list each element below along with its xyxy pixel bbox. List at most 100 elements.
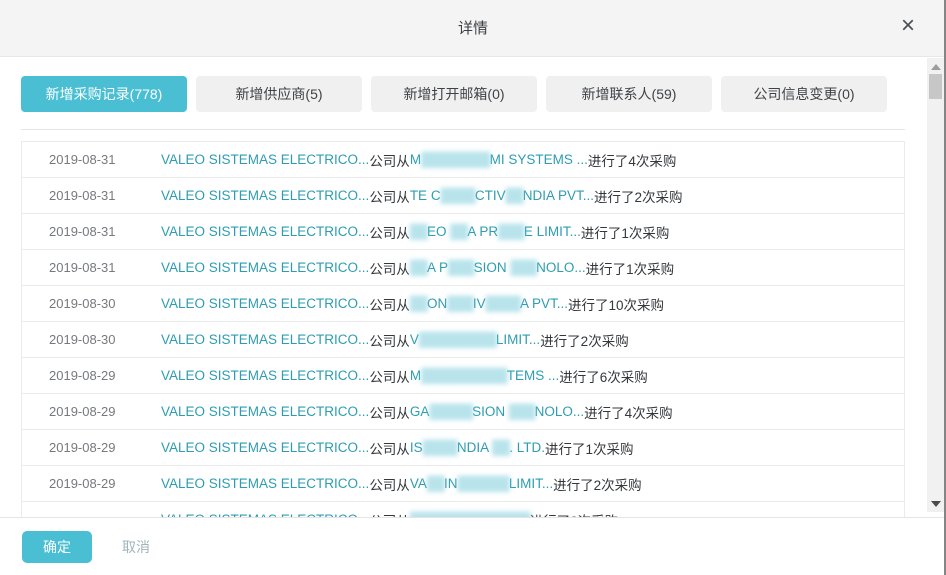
modal-header: 详情 ×	[0, 0, 946, 57]
supplier-text: VA	[410, 476, 427, 491]
redacted-text: ███	[447, 296, 473, 311]
table-row: 2019-08-31VALEO SISTEMAS ELECTRICO...公司从…	[22, 250, 904, 286]
table-row: 2019-08-29VALEO SISTEMAS ELECTRICO...公司从…	[22, 430, 904, 466]
record-date: 2019-08-31	[22, 188, 161, 203]
tabs-divider	[21, 129, 905, 130]
tab-bar: 新增采购记录(778)新增供应商(5)新增打开邮箱(0)新增联系人(59)公司信…	[21, 76, 946, 112]
table-row: 2019-08-29VALEO SISTEMAS ELECTRICO...公司从…	[22, 358, 904, 394]
record-prefix: 公司从	[369, 510, 410, 518]
details-modal: 详情 × 新增采购记录(778)新增供应商(5)新增打开邮箱(0)新增联系人(5…	[0, 0, 946, 575]
supplier-text: TEMS ...	[507, 368, 560, 383]
supplier-text: ON	[427, 296, 447, 311]
redacted-text: ████	[441, 188, 475, 203]
record-action: 进行了10次采购	[568, 294, 664, 314]
redacted-text: ██	[410, 224, 427, 239]
record-supplier[interactable]: ██A P███SION ███NOLO...	[410, 260, 586, 275]
table-row: 2019-08-30VALEO SISTEMAS ELECTRICO...公司从…	[22, 286, 904, 322]
record-date: 2019-08-29	[22, 404, 161, 419]
supplier-text: NDIA	[457, 440, 492, 455]
record-supplier[interactable]: V█████████LIMIT...	[410, 332, 540, 347]
supplier-text: . LTD.	[509, 440, 545, 455]
record-company-link[interactable]: VALEO SISTEMAS ELECTRICO...	[161, 260, 369, 275]
tab-0[interactable]: 新增采购记录(778)	[21, 76, 187, 112]
supplier-text: A PVT...	[520, 296, 568, 311]
record-prefix: 公司从	[369, 366, 410, 386]
supplier-text: LIMIT...	[509, 476, 553, 491]
record-date: 2019-08-29	[22, 476, 161, 491]
redacted-text: █████	[429, 404, 472, 419]
scroll-thumb[interactable]	[929, 74, 942, 99]
record-prefix: 公司从	[369, 222, 410, 242]
record-company-link[interactable]: VALEO SISTEMAS ELECTRICO...	[161, 332, 369, 347]
record-date: 2019-08-29	[22, 368, 161, 383]
record-prefix: 公司从	[369, 258, 410, 278]
record-action: 进行了1次采购	[581, 222, 670, 242]
record-company-link[interactable]: VALEO SISTEMAS ELECTRICO...	[161, 188, 369, 203]
supplier-text: MI SYSTEMS ...	[490, 152, 588, 167]
table-row: 2019-08-31VALEO SISTEMAS ELECTRICO...公司从…	[22, 214, 904, 250]
tab-1[interactable]: 新增供应商(5)	[196, 76, 362, 112]
redacted-text: ████████	[421, 152, 490, 167]
record-action: 进行了2次采购	[594, 186, 683, 206]
record-date: 2019-08-30	[22, 332, 161, 347]
redacted-text: ███	[448, 260, 474, 275]
record-supplier[interactable]: TE C████CTIV██NDIA PVT...	[410, 188, 594, 203]
record-supplier[interactable]: IS████NDIA ██. LTD.	[410, 440, 545, 455]
table-row: 2019-08-29VALEO SISTEMAS ELECTRICO...公司从…	[22, 466, 904, 502]
modal-title: 详情	[0, 17, 946, 38]
record-date: 2019-08-30	[22, 296, 161, 311]
redacted-text: ████	[423, 440, 457, 455]
supplier-text: NOLO...	[535, 404, 585, 419]
redacted-text: ███	[498, 224, 524, 239]
record-prefix: 公司从	[369, 186, 410, 206]
redacted-text: ██	[427, 476, 444, 491]
record-supplier[interactable]: M████████MI SYSTEMS ...	[410, 152, 588, 167]
scroll-up-arrow-icon[interactable]	[931, 64, 941, 70]
redacted-text: ██	[410, 296, 427, 311]
redacted-text: ██████	[457, 476, 508, 491]
cancel-button[interactable]: 取消	[122, 537, 150, 557]
record-prefix: 公司从	[369, 402, 410, 422]
record-prefix: 公司从	[369, 330, 410, 350]
redacted-text: █████████	[419, 332, 496, 347]
record-action: 进行了4次采购	[584, 402, 673, 422]
record-supplier[interactable]: VA██IN██████LIMIT...	[410, 476, 553, 491]
record-action: 进行了4次采购	[588, 150, 677, 170]
supplier-text: TE C	[410, 188, 441, 203]
record-action: 进行了2次采购	[530, 510, 619, 518]
redacted-text: ██	[410, 260, 427, 275]
record-company-link[interactable]: VALEO SISTEMAS ELECTRICO...	[161, 224, 369, 239]
supplier-text: M	[410, 152, 421, 167]
record-company-link[interactable]: VALEO SISTEMAS ELECTRICO...	[161, 296, 369, 311]
record-action: 进行了1次采购	[545, 438, 634, 458]
tab-3[interactable]: 新增联系人(59)	[546, 76, 712, 112]
record-supplier[interactable]: M██████████TEMS ...	[410, 368, 559, 383]
record-company-link[interactable]: VALEO SISTEMAS ELECTRICO...	[161, 368, 369, 383]
record-company-link[interactable]: VALEO SISTEMAS ELECTRICO...	[161, 440, 369, 455]
confirm-button[interactable]: 确定	[22, 531, 92, 563]
record-company-link[interactable]: VALEO SISTEMAS ELECTRICO...	[161, 476, 369, 491]
redacted-text: ████	[486, 296, 520, 311]
supplier-text: A PR	[467, 224, 498, 239]
record-supplier[interactable]: ██ON███IV████A PVT...	[410, 296, 568, 311]
record-supplier[interactable]: GA█████SION ███NOLO...	[410, 404, 584, 419]
record-supplier[interactable]: ██EO ██A PR███E LIMIT...	[410, 224, 581, 239]
modal-footer: 确定 取消	[0, 517, 946, 575]
supplier-text: NOLO...	[536, 260, 586, 275]
record-action: 进行了1次采购	[586, 258, 675, 278]
record-date: 2019-08-31	[22, 224, 161, 239]
record-date: 2019-08-31	[22, 260, 161, 275]
scrollbar[interactable]	[927, 58, 944, 512]
close-icon[interactable]: ×	[894, 12, 922, 40]
record-company-link[interactable]: VALEO SISTEMAS ELECTRICO...	[161, 152, 369, 167]
supplier-text: IV	[473, 296, 486, 311]
record-action: 进行了6次采购	[559, 366, 648, 386]
supplier-text: V	[410, 332, 419, 347]
record-company-link[interactable]: VALEO SISTEMAS ELECTRICO...	[161, 404, 369, 419]
tab-2[interactable]: 新增打开邮箱(0)	[371, 76, 537, 112]
supplier-text: LIMIT...	[496, 332, 540, 347]
tab-4[interactable]: 公司信息变更(0)	[721, 76, 887, 112]
scroll-down-arrow-icon[interactable]	[931, 501, 941, 507]
supplier-text: IN	[444, 476, 458, 491]
records-table: 2019-08-31VALEO SISTEMAS ELECTRICO...公司从…	[21, 141, 905, 517]
